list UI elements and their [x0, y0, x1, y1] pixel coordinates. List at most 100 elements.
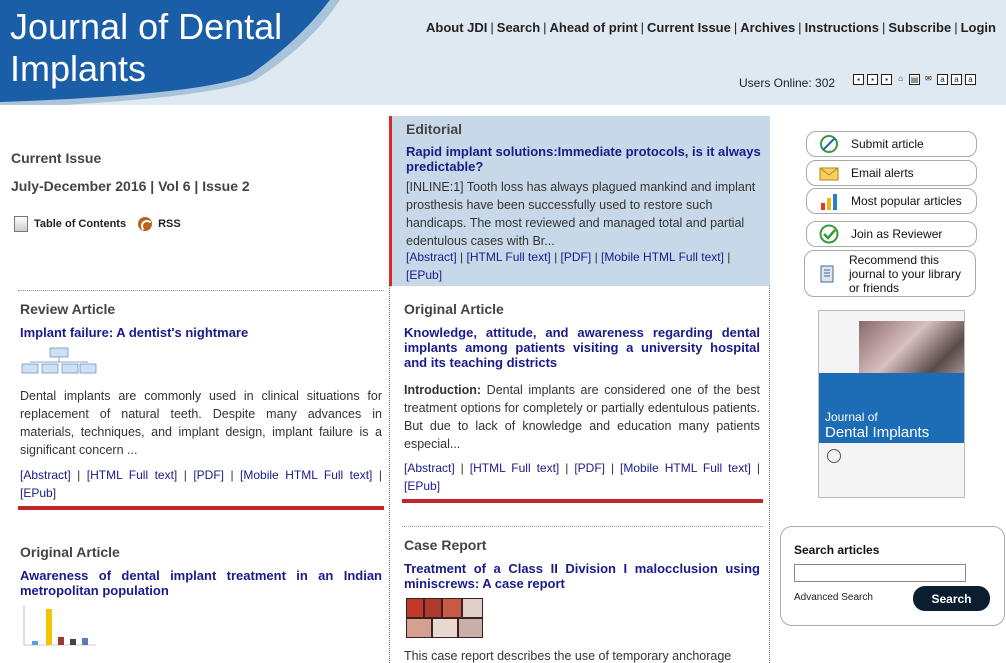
- row-divider: [402, 526, 763, 527]
- logo-line-2: Implants: [10, 48, 147, 89]
- original2-title[interactable]: Awareness of dental implant treatment in…: [20, 568, 382, 598]
- editorial-title[interactable]: Rapid implant solutions:Immediate protoc…: [406, 144, 766, 174]
- search-label: Search articles: [794, 543, 880, 557]
- original-section-heading: Original Article: [404, 301, 504, 317]
- join-reviewer-label: Join as Reviewer: [851, 227, 943, 241]
- recommend-line-2: journal to your library: [849, 266, 962, 281]
- submit-icon: [820, 135, 838, 153]
- review-thumbnail[interactable]: [20, 346, 98, 380]
- review-section-heading: Review Article: [20, 301, 116, 317]
- review-mobile-link[interactable]: [Mobile HTML Full text]: [240, 468, 372, 482]
- print-icon[interactable]: ▤: [909, 74, 920, 85]
- mail-icon[interactable]: ✉: [923, 74, 934, 85]
- nav-ahead-of-print[interactable]: Ahead of print: [550, 20, 638, 35]
- small-font-icon[interactable]: ▪: [853, 74, 864, 85]
- review-abstract-link[interactable]: [Abstract]: [20, 468, 71, 482]
- review-epub-link[interactable]: [EPub]: [20, 486, 56, 500]
- email-icon: [819, 167, 839, 181]
- tool-icons: ▪ ▪ ▪ ⌂ ▤ ✉ a a a: [853, 74, 976, 85]
- editorial-links: [Abstract] | [HTML Full text] | [PDF] | …: [406, 250, 731, 282]
- recommend-label: Recommend this journal to your library o…: [849, 253, 961, 295]
- original2-thumbnail[interactable]: [20, 603, 98, 653]
- email-alerts-button[interactable]: Email alerts: [806, 160, 977, 186]
- journal-cover-image[interactable]: Journal of Dental Implants: [818, 310, 965, 498]
- editorial-section-heading: Editorial: [406, 121, 463, 137]
- users-online: Users Online: 302: [739, 76, 836, 90]
- top-navigation: About JDI | Search | Ahead of print | Current …: [426, 20, 996, 35]
- search-panel: Search articles Advanced Search Search: [780, 526, 1005, 626]
- large-font-icon[interactable]: ▪: [881, 74, 892, 85]
- nav-instructions[interactable]: Instructions: [805, 20, 879, 35]
- email-alerts-label: Email alerts: [851, 166, 914, 180]
- reader-icon[interactable]: a: [951, 74, 962, 85]
- review-pdf-link[interactable]: [PDF]: [193, 468, 224, 482]
- original-separator: [402, 499, 763, 503]
- search-input[interactable]: [794, 564, 966, 582]
- issue-label: July-December 2016 | Vol 6 | Issue 2: [11, 178, 250, 194]
- recommend-line-3: or friends: [849, 280, 900, 295]
- original2-section-heading: Original Article: [20, 544, 120, 560]
- bar-chart-icon: [821, 194, 837, 210]
- advanced-search-link[interactable]: Advanced Search: [794, 592, 873, 603]
- rss-icon: [138, 217, 154, 232]
- contrast-icon[interactable]: a: [965, 74, 976, 85]
- original-abstract-link[interactable]: [Abstract]: [404, 461, 455, 475]
- journal-logo[interactable]: Journal of Dental Implants: [10, 6, 282, 90]
- toc-link[interactable]: Table of Contents: [34, 218, 126, 230]
- case-summary: This case report describes the use of te…: [404, 649, 732, 663]
- review-separator: [18, 506, 384, 510]
- recommend-line-1: Recommend this: [849, 252, 940, 267]
- row-divider: [18, 290, 384, 291]
- nav-archives[interactable]: Archives: [740, 20, 795, 35]
- original-html-link[interactable]: [HTML Full text]: [470, 461, 560, 475]
- column-divider: [769, 286, 770, 663]
- pdf-icon[interactable]: a: [937, 74, 948, 85]
- editorial-pdf-link[interactable]: [PDF]: [561, 250, 592, 264]
- logo-line-1: Journal of Dental: [10, 6, 283, 47]
- check-icon: [819, 224, 839, 244]
- case-section-heading: Case Report: [404, 537, 487, 553]
- case-thumbnail[interactable]: [406, 598, 483, 638]
- popular-articles-label: Most popular articles: [851, 194, 962, 208]
- original-title[interactable]: Knowledge, attitude, and awareness regar…: [404, 325, 760, 370]
- original-summary: Introduction: Dental implants are consid…: [404, 381, 760, 453]
- nav-login[interactable]: Login: [961, 20, 996, 35]
- popular-articles-button[interactable]: Most popular articles: [806, 188, 977, 214]
- current-issue-heading: Current Issue: [11, 150, 102, 166]
- submit-article-button[interactable]: Submit article: [806, 131, 977, 157]
- editorial-html-link[interactable]: [HTML Full text]: [467, 250, 551, 264]
- original-pdf-link[interactable]: [PDF]: [574, 461, 605, 475]
- cover-title-line-2: Dental Implants: [825, 424, 930, 441]
- nav-subscribe[interactable]: Subscribe: [888, 20, 951, 35]
- book-icon: [820, 265, 834, 282]
- recommend-journal-button[interactable]: Recommend this journal to your library o…: [804, 250, 976, 297]
- search-button[interactable]: Search: [913, 586, 990, 611]
- review-html-link[interactable]: [HTML Full text]: [87, 468, 178, 482]
- medium-font-icon[interactable]: ▪: [867, 74, 878, 85]
- rss-link[interactable]: RSS: [158, 218, 181, 230]
- home-icon[interactable]: ⌂: [895, 74, 906, 85]
- nav-about[interactable]: About JDI: [426, 20, 487, 35]
- cover-title-line-1: Journal of: [825, 410, 878, 424]
- original-mobile-link[interactable]: [Mobile HTML Full text]: [620, 461, 751, 475]
- review-summary: Dental implants are commonly used in cli…: [20, 389, 382, 457]
- nav-current-issue[interactable]: Current Issue: [647, 20, 731, 35]
- editorial-mobile-link[interactable]: [Mobile HTML Full text]: [601, 250, 724, 264]
- review-links: [Abstract] | [HTML Full text] | [PDF] | …: [20, 468, 382, 500]
- nav-search[interactable]: Search: [497, 20, 540, 35]
- column-divider: [389, 286, 390, 663]
- original-epub-link[interactable]: [EPub]: [404, 479, 440, 493]
- document-icon: [14, 216, 28, 232]
- cover-title: Journal of Dental Implants: [825, 409, 929, 441]
- editorial-abstract-link[interactable]: [Abstract]: [406, 250, 457, 264]
- intro-label: Introduction:: [404, 383, 482, 397]
- case-title[interactable]: Treatment of a Class II Division I maloc…: [404, 561, 760, 591]
- submit-article-label: Submit article: [851, 137, 924, 151]
- join-reviewer-button[interactable]: Join as Reviewer: [806, 221, 977, 247]
- site-header: Journal of Dental Implants About JDI | Sea…: [0, 0, 1006, 105]
- editorial-summary: [INLINE:1] Tooth loss has always plagued…: [406, 180, 756, 248]
- editorial-epub-link[interactable]: [EPub]: [406, 268, 442, 282]
- seal-icon: [827, 449, 841, 463]
- original-links: [Abstract] | [HTML Full text] | [PDF] | …: [404, 461, 760, 493]
- review-title[interactable]: Implant failure: A dentist's nightmare: [20, 325, 382, 340]
